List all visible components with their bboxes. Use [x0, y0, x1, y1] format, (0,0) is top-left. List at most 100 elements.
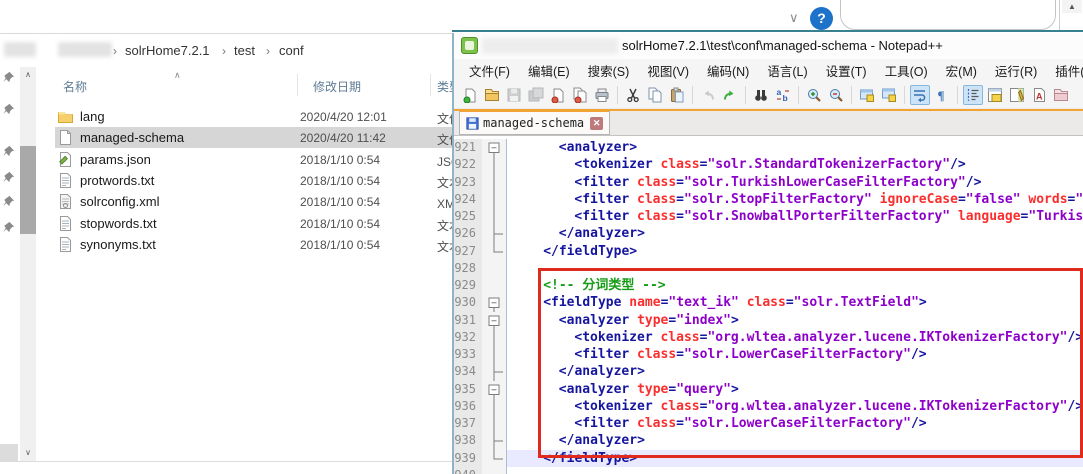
code-line-926[interactable]: 926 </analyzer> — [454, 225, 1083, 244]
menu-编码N[interactable]: 编码(N) — [698, 59, 758, 82]
menu-文件F[interactable]: 文件(F) — [460, 59, 519, 82]
nav-scroll-down-icon[interactable]: ∨ — [20, 446, 36, 460]
menu-插件P[interactable]: 插件(P) — [1046, 59, 1083, 82]
function-list-icon[interactable] — [985, 85, 1005, 105]
pin-icon[interactable] — [2, 145, 16, 159]
nav-scrollbar-track[interactable] — [20, 67, 36, 461]
word-wrap-icon[interactable] — [910, 85, 930, 105]
print-icon[interactable] — [592, 85, 612, 105]
menu-视图V[interactable]: 视图(V) — [638, 59, 698, 82]
open-icon[interactable] — [482, 85, 502, 105]
close-all-icon[interactable] — [570, 85, 590, 105]
help-button[interactable]: ? — [810, 7, 833, 30]
fold-margin-collapse-icon[interactable] — [482, 311, 507, 330]
copy-icon[interactable] — [645, 85, 665, 105]
indent-guide-icon[interactable] — [963, 85, 983, 105]
window-title: solrHome7.2.1\test\conf\managed-schema -… — [622, 38, 943, 53]
breadcrumb-segment-solrHome7.2.1[interactable]: solrHome7.2.1 — [125, 42, 210, 60]
pin-icon[interactable] — [2, 71, 16, 85]
menu-设置T[interactable]: 设置(T) — [817, 59, 876, 82]
fold-margin-collapse-icon[interactable] — [482, 380, 507, 399]
fold-margin-collapse-icon[interactable] — [482, 294, 507, 313]
code-text: </analyzer> — [558, 226, 645, 242]
code-line-927[interactable]: 927 </fieldType> — [454, 242, 1083, 260]
code-line-928[interactable]: 928 — [454, 259, 1083, 277]
svg-text:A: A — [1036, 92, 1043, 102]
code-line-922[interactable]: 922 <tokenizer class="solr.StandardTokeni… — [454, 156, 1083, 175]
redo-icon[interactable] — [720, 85, 740, 105]
code-line-921[interactable]: 921 <analyzer> — [454, 139, 1083, 157]
code-line-935[interactable]: 935 <analyzer type="query"> — [454, 380, 1083, 399]
code-line-940[interactable]: 940 — [454, 466, 1083, 474]
code-line-933[interactable]: 933 <filter class="solr.LowerCaseFilterFa… — [454, 346, 1083, 364]
undo-icon[interactable] — [698, 85, 718, 105]
window-edge-line — [452, 30, 1083, 32]
code-line-932[interactable]: 932 <tokenizer class="org.wltea.analyzer.… — [454, 328, 1083, 347]
column-header-date[interactable]: 修改日期 — [313, 78, 361, 95]
tab-close-icon[interactable]: ✕ — [590, 116, 604, 130]
zoom-out-icon[interactable] — [826, 85, 846, 105]
code-line-938[interactable]: 938 </analyzer> — [454, 432, 1083, 451]
code-line-923[interactable]: 923 <filter class="solr.TurkishLowerCaseF… — [454, 173, 1083, 192]
sync-vertical-icon[interactable] — [857, 85, 877, 105]
title-bar[interactable]: solrHome7.2.1\test\conf\managed-schema -… — [454, 33, 1083, 59]
menu-编辑E[interactable]: 编辑(E) — [519, 59, 579, 82]
menu-宏M[interactable]: 宏(M) — [937, 59, 986, 82]
document-map-icon[interactable] — [1007, 85, 1027, 105]
code-line-934[interactable]: 934 </analyzer> — [454, 363, 1083, 382]
folder-workspace-icon[interactable] — [1051, 85, 1071, 105]
new-file-icon[interactable] — [460, 85, 480, 105]
code-line-931[interactable]: 931 <analyzer type="index"> — [454, 311, 1083, 330]
pin-icon[interactable] — [2, 171, 16, 185]
show-all-chars-icon[interactable]: ¶ — [932, 85, 952, 105]
code-text: <tokenizer class="org.wltea.analyzer.luc… — [574, 398, 1083, 414]
sync-horizontal-icon[interactable] — [879, 85, 899, 105]
zoom-in-icon[interactable] — [804, 85, 824, 105]
breadcrumb-segment-conf[interactable]: conf — [279, 42, 304, 60]
menu-搜索S[interactable]: 搜索(S) — [579, 59, 639, 82]
line-number: 929 — [454, 277, 482, 295]
code-line-925[interactable]: 925 <filter class="solr.SnowballPorterFil… — [454, 208, 1083, 226]
nav-scroll-up-icon[interactable]: ∧ — [20, 68, 36, 82]
column-header-name[interactable]: 名称 — [63, 78, 87, 95]
line-number: 926 — [454, 225, 482, 243]
file-date: 2020/4/20 12:01 — [300, 110, 387, 124]
save-all-icon[interactable] — [526, 85, 546, 105]
pin-icon[interactable] — [2, 195, 16, 209]
code-line-936[interactable]: 936 <tokenizer class="org.wltea.analyzer.… — [454, 397, 1083, 416]
paste-icon[interactable] — [667, 85, 687, 105]
scroll-up-arrow-icon[interactable]: ▲ — [1062, 0, 1082, 13]
pin-icon[interactable] — [2, 103, 16, 117]
close-icon[interactable] — [548, 85, 568, 105]
line-number: 927 — [454, 242, 482, 260]
cut-icon[interactable] — [623, 85, 643, 105]
code-line-937[interactable]: 937 <filter class="solr.LowerCaseFilterFa… — [454, 415, 1083, 433]
file-file-icon — [57, 129, 74, 146]
nav-scrollbar-thumb[interactable] — [20, 146, 36, 234]
pin-icon[interactable] — [2, 221, 16, 235]
code-line-939[interactable]: 939 </fieldType> — [454, 449, 1083, 467]
fold-margin — [482, 173, 507, 192]
menu-工具O[interactable]: 工具(O) — [876, 59, 937, 82]
code-text: <tokenizer class="solr.StandardTokenizer… — [574, 157, 966, 173]
tab-managed-schema[interactable]: managed-schema ✕ — [459, 109, 611, 135]
chevron-down-icon[interactable]: ∨ — [789, 10, 799, 26]
replace-icon[interactable]: ab — [773, 85, 793, 105]
code-text: <filter class="solr.TurkishLowerCaseFilt… — [574, 174, 982, 190]
redacted-path-blur — [482, 38, 618, 54]
fold-margin — [482, 225, 507, 244]
desktop: ∨ ? ▲ › solrHome7.2.1 › test › conf ∧ 名称 修改日期… — [0, 0, 1083, 474]
document-list-icon[interactable]: A — [1029, 85, 1049, 105]
breadcrumb-segment-test[interactable]: test — [234, 42, 255, 60]
code-line-930[interactable]: 930 <fieldType name="text_ik" class="solr… — [454, 294, 1083, 313]
code-line-924[interactable]: 924 <filter class="solr.StopFilterFactory… — [454, 190, 1083, 209]
code-text: </analyzer> — [558, 433, 645, 449]
menu-运行R[interactable]: 运行(R) — [986, 59, 1046, 82]
menu-语言L[interactable]: 语言(L) — [758, 59, 816, 82]
fold-margin-collapse-icon[interactable] — [482, 139, 507, 157]
save-icon[interactable] — [504, 85, 524, 105]
find-icon[interactable] — [751, 85, 771, 105]
code-editor[interactable]: 921 <analyzer> 922 <tokenizer class="solr.S… — [454, 136, 1083, 474]
code-line-929[interactable]: 929 <!-- 分词类型 --> — [454, 277, 1083, 295]
